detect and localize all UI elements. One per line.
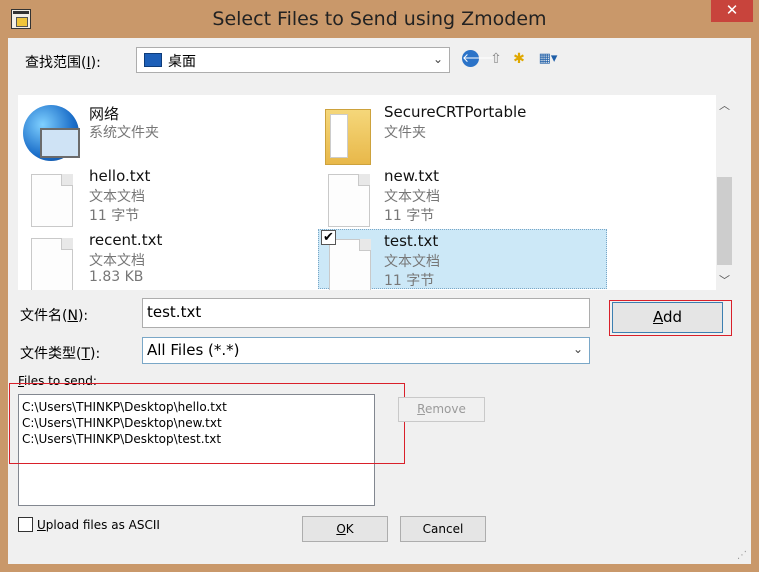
file-size: 11 字节 bbox=[89, 208, 140, 224]
file-type: 文本文档 bbox=[384, 254, 440, 270]
scrollbar-thumb[interactable] bbox=[717, 177, 732, 265]
file-type: 文件夹 bbox=[384, 125, 426, 141]
ok-button[interactable]: OK bbox=[302, 516, 388, 542]
upload-ascii-label[interactable]: Upload files as ASCII bbox=[37, 518, 160, 532]
file-type: 系统文件夹 bbox=[89, 125, 159, 141]
cancel-button[interactable]: Cancel bbox=[400, 516, 486, 542]
ok-label-rest: K bbox=[345, 522, 354, 536]
filename-label: 文件名(N): bbox=[20, 305, 88, 325]
filename-accesskey: N bbox=[67, 308, 78, 324]
file-size: 1.83 KB bbox=[89, 269, 144, 285]
filename-label-text: 文件名( bbox=[20, 308, 68, 324]
filename-label-suffix: ): bbox=[77, 308, 89, 324]
close-button[interactable]: ✕ bbox=[711, 0, 753, 22]
look-in-value: 桌面 bbox=[168, 54, 196, 70]
filetype-label-suffix: ): bbox=[90, 346, 101, 362]
look-in-label: 查找范围(I): bbox=[25, 52, 101, 72]
ok-accesskey: O bbox=[336, 522, 346, 536]
window-title: Select Files to Send using Zmodem bbox=[212, 8, 547, 30]
folder-icon bbox=[325, 109, 371, 165]
filetype-label-text: 文件类型( bbox=[20, 346, 82, 362]
back-icon[interactable]: 🡐 bbox=[462, 50, 494, 67]
selection-checkbox[interactable]: ✔ bbox=[321, 230, 336, 245]
file-item-securecrtportable[interactable]: SecureCRTPortable 文件夹 bbox=[319, 103, 609, 165]
text-file-icon bbox=[31, 174, 73, 227]
resize-grip-icon[interactable]: ⋰ bbox=[737, 550, 749, 562]
monitor-icon bbox=[40, 128, 80, 158]
file-name: test.txt bbox=[384, 232, 439, 250]
scroll-up-icon[interactable]: ︿ bbox=[716, 97, 733, 113]
view-menu-icon[interactable]: ▦▾ bbox=[533, 49, 563, 69]
file-item-hello[interactable]: hello.txt 文本文档 11 字节 bbox=[18, 167, 308, 227]
text-file-icon bbox=[329, 239, 371, 290]
filetype-value: All Files (*.*) bbox=[147, 341, 240, 359]
file-size: 11 字节 bbox=[384, 208, 435, 224]
add-button[interactable]: Add bbox=[612, 302, 723, 333]
chevron-down-icon: ⌄ bbox=[432, 52, 443, 66]
file-name: SecureCRTPortable bbox=[384, 103, 527, 121]
ascii-label-rest: pload files as ASCII bbox=[45, 518, 160, 532]
text-file-icon bbox=[31, 238, 73, 290]
file-name: new.txt bbox=[384, 167, 440, 185]
ascii-accesskey: U bbox=[37, 518, 46, 532]
add-accesskey: A bbox=[652, 308, 663, 326]
filetype-select[interactable]: All Files (*.*) ⌄ bbox=[142, 337, 590, 364]
desktop-icon bbox=[144, 53, 162, 67]
up-folder-icon[interactable]: ⇧ bbox=[486, 49, 506, 69]
file-name: 网络 bbox=[89, 105, 120, 123]
file-name: hello.txt bbox=[89, 167, 151, 185]
file-list[interactable]: 网络 系统文件夹 SecureCRTPortable 文件夹 hello.txt… bbox=[18, 95, 716, 290]
files-to-send-highlight bbox=[9, 383, 405, 464]
remove-button[interactable]: Remove bbox=[398, 397, 485, 422]
look-in-label-suffix: ): bbox=[90, 55, 101, 71]
add-label-rest: dd bbox=[662, 308, 683, 326]
text-file-icon bbox=[328, 174, 370, 227]
scroll-down-icon[interactable]: ﹀ bbox=[716, 272, 733, 288]
upload-ascii-checkbox[interactable] bbox=[18, 517, 33, 532]
chevron-down-icon: ⌄ bbox=[572, 342, 583, 356]
look-in-dropdown[interactable]: 桌面 ⌄ bbox=[136, 47, 450, 73]
file-item-recent[interactable]: recent.txt 文本文档 1.83 KB bbox=[18, 231, 308, 290]
file-item-test[interactable]: ✔ test.txt 文本文档 11 字节 bbox=[318, 229, 607, 290]
file-type: 文本文档 bbox=[384, 189, 440, 205]
file-list-scrollbar[interactable]: ︿ ﹀ bbox=[716, 95, 733, 290]
new-folder-icon[interactable]: ✱ bbox=[509, 49, 529, 69]
filetype-label: 文件类型(T): bbox=[20, 343, 100, 363]
file-name: recent.txt bbox=[89, 231, 163, 249]
file-type: 文本文档 bbox=[89, 189, 145, 205]
filename-input[interactable]: test.txt bbox=[142, 298, 590, 328]
filetype-accesskey: T bbox=[81, 346, 91, 362]
file-item-new[interactable]: new.txt 文本文档 11 字节 bbox=[319, 167, 609, 227]
remove-label-rest: emove bbox=[424, 402, 466, 416]
remove-accesskey: R bbox=[417, 402, 425, 416]
file-type: 文本文档 bbox=[89, 253, 145, 269]
file-item-network[interactable]: 网络 系统文件夹 bbox=[18, 103, 308, 163]
file-size: 11 字节 bbox=[384, 273, 435, 289]
look-in-label-text: 查找范围( bbox=[25, 55, 87, 71]
